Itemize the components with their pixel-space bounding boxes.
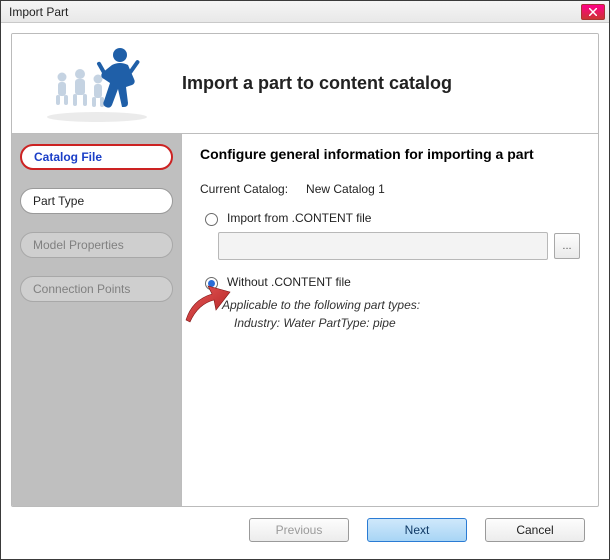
titlebar: Import Part xyxy=(1,1,609,23)
content-path-input[interactable] xyxy=(218,232,548,260)
option-without-row: Without .CONTENT file xyxy=(200,274,580,290)
header-strip: Import a part to content catalog xyxy=(12,34,598,134)
step-label: Part Type xyxy=(33,194,84,208)
dialog-window: Import Part xyxy=(0,0,610,560)
step-catalog-file[interactable]: Catalog File xyxy=(20,144,173,170)
step-label: Connection Points xyxy=(33,282,130,296)
hint-line-2: Industry: Water PartType: pipe xyxy=(234,314,580,332)
current-catalog-row: Current Catalog: New Catalog 1 xyxy=(200,182,580,196)
header-illustration xyxy=(12,34,182,134)
step-label: Catalog File xyxy=(34,150,102,164)
radio-without-content[interactable] xyxy=(205,277,218,290)
radio-import-label: Import from .CONTENT file xyxy=(227,211,371,225)
browse-button[interactable]: ... xyxy=(554,233,580,259)
content-path-row: ... xyxy=(218,232,580,260)
step-part-type[interactable]: Part Type xyxy=(20,188,173,214)
step-label: Model Properties xyxy=(33,238,124,252)
footer: Previous Next Cancel xyxy=(11,507,599,553)
header-title: Import a part to content catalog xyxy=(182,73,598,94)
current-catalog-value: New Catalog 1 xyxy=(306,182,385,196)
option-import-row: Import from .CONTENT file xyxy=(200,210,580,226)
next-button[interactable]: Next xyxy=(367,518,467,542)
hint-line-1: Applicable to the following part types: xyxy=(222,296,580,314)
close-icon xyxy=(589,8,597,16)
current-catalog-label: Current Catalog: xyxy=(200,182,288,196)
people-icon xyxy=(32,39,162,129)
applicable-hint: Applicable to the following part types: … xyxy=(222,296,580,332)
window-title: Import Part xyxy=(5,5,581,19)
ellipsis-icon: ... xyxy=(562,240,571,252)
step-connection-points: Connection Points xyxy=(20,276,173,302)
wizard-body: Catalog File Part Type Model Properties … xyxy=(12,134,598,506)
cancel-button[interactable]: Cancel xyxy=(485,518,585,542)
radio-without-label: Without .CONTENT file xyxy=(227,275,351,289)
previous-button: Previous xyxy=(249,518,349,542)
sidebar: Catalog File Part Type Model Properties … xyxy=(12,134,182,506)
section-title: Configure general information for import… xyxy=(200,146,580,162)
main-panel: Import a part to content catalog Catalog… xyxy=(11,33,599,507)
close-button[interactable] xyxy=(581,4,605,20)
content-area: Import a part to content catalog Catalog… xyxy=(1,23,609,559)
step-model-properties: Model Properties xyxy=(20,232,173,258)
main-content: Configure general information for import… xyxy=(182,134,598,506)
radio-import-from-content[interactable] xyxy=(205,213,218,226)
